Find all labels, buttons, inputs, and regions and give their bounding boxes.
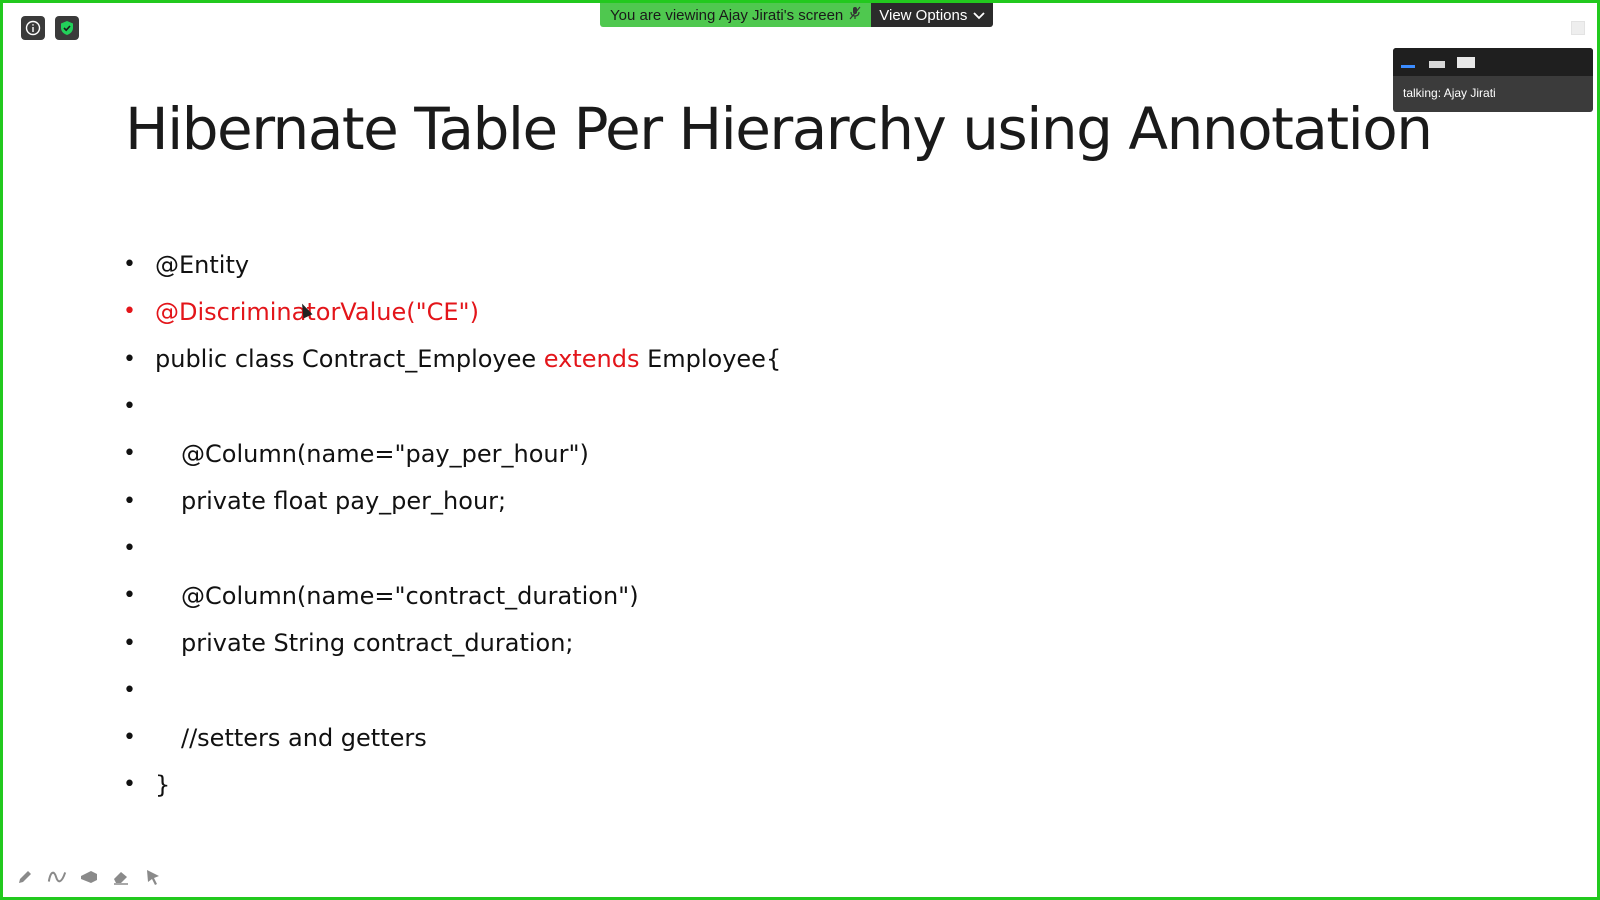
annotation-toolbar [15, 867, 163, 887]
bullet-item: • private float pay_per_hour; [123, 477, 781, 524]
bullet-item: • @DiscriminatorValue("CE") [123, 288, 781, 335]
bullet-dot: • [123, 772, 136, 798]
bullet-text: } [155, 771, 170, 799]
mic-muted-icon [849, 6, 861, 24]
bullet-text-segment: @Column(name="contract_duration") [181, 581, 639, 610]
bullet-item: • @Entity [123, 241, 781, 288]
bullet-item: • //setters and getters [123, 714, 781, 761]
spotlight-icon[interactable] [79, 867, 99, 887]
pen-icon[interactable] [15, 867, 35, 887]
viewing-text: You are viewing Ajay Jirati's screen [610, 6, 844, 24]
view-options-button[interactable]: View Options [871, 3, 994, 27]
bullet-text: private float pay_per_hour; [155, 487, 506, 515]
strip-view-icon[interactable] [1429, 56, 1447, 68]
bullet-dot: • [123, 677, 136, 703]
minimize-video-icon[interactable] [1401, 56, 1419, 68]
bullet-dot: • [123, 299, 136, 325]
bullet-text: public class Contract_Employee extends E… [155, 345, 781, 373]
bullet-text-segment: @Column(name="pay_per_hour") [181, 439, 589, 468]
bullet-text: private String contract_duration; [155, 629, 574, 657]
speaker-name: Ajay Jirati [1443, 86, 1496, 100]
top-left-icons [21, 16, 79, 40]
bullet-text-segment: //setters and getters [181, 723, 427, 752]
slide-title: Hibernate Table Per Hierarchy using Anno… [125, 95, 1433, 163]
bullet-dot: • [123, 583, 136, 609]
bullet-text-segment: @DiscriminatorValue("CE") [155, 297, 479, 326]
bullet-text: @Entity [155, 251, 249, 279]
shield-check-icon[interactable] [55, 16, 79, 40]
slide-bullet-list: • @Entity • @DiscriminatorValue("CE") • publi… [123, 241, 781, 809]
bullet-item: • [123, 525, 781, 572]
bullet-text-segment: Employee{ [639, 345, 782, 374]
screen-share-frame: You are viewing Ajay Jirati's screen Vie… [0, 0, 1600, 900]
bullet-text-segment: extends [543, 345, 640, 374]
bullet-text: @Column(name="contract_duration") [155, 582, 639, 610]
view-options-label: View Options [879, 6, 968, 24]
video-view-toolbar [1393, 48, 1593, 76]
window-control-square[interactable] [1571, 21, 1585, 35]
bullet-dot: • [123, 488, 136, 514]
bullet-dot: • [123, 394, 136, 420]
bullet-text: //setters and getters [155, 724, 427, 752]
viewing-status: You are viewing Ajay Jirati's screen [600, 3, 872, 27]
bullet-dot: • [123, 725, 136, 751]
arrow-pointer-icon[interactable] [143, 867, 163, 887]
screen-share-banner: You are viewing Ajay Jirati's screen Vie… [600, 3, 994, 27]
bullet-text-segment: private String contract_duration; [181, 629, 574, 658]
bullet-dot: • [123, 441, 136, 467]
bullet-dot: • [123, 346, 136, 372]
bullet-text-segment: @Entity [155, 250, 250, 279]
chevron-down-icon [973, 7, 986, 24]
squiggle-icon[interactable] [47, 867, 67, 887]
bullet-text-segment: } [155, 770, 171, 799]
bullet-text-segment: private float pay_per_hour; [181, 487, 507, 516]
bullet-item: • [123, 667, 781, 714]
bullet-item: • @Column(name="pay_per_hour") [123, 430, 781, 477]
bullet-dot: • [123, 252, 136, 278]
bullet-item: • private String contract_duration; [123, 619, 781, 666]
bullet-item: • public class Contract_Employee extends … [123, 336, 781, 383]
bullet-dot: • [123, 630, 136, 656]
bullet-item: •} [123, 761, 781, 808]
bullet-dot: • [123, 535, 136, 561]
bullet-text-segment: public class Contract_Employee [155, 345, 544, 374]
full-view-icon[interactable] [1457, 56, 1475, 68]
bullet-text: @DiscriminatorValue("CE") [155, 298, 479, 326]
bullet-item: • [123, 383, 781, 430]
bullet-item: • @Column(name="contract_duration") [123, 572, 781, 619]
eraser-icon[interactable] [111, 867, 131, 887]
info-icon[interactable] [21, 16, 45, 40]
bullet-text: @Column(name="pay_per_hour") [155, 440, 589, 468]
